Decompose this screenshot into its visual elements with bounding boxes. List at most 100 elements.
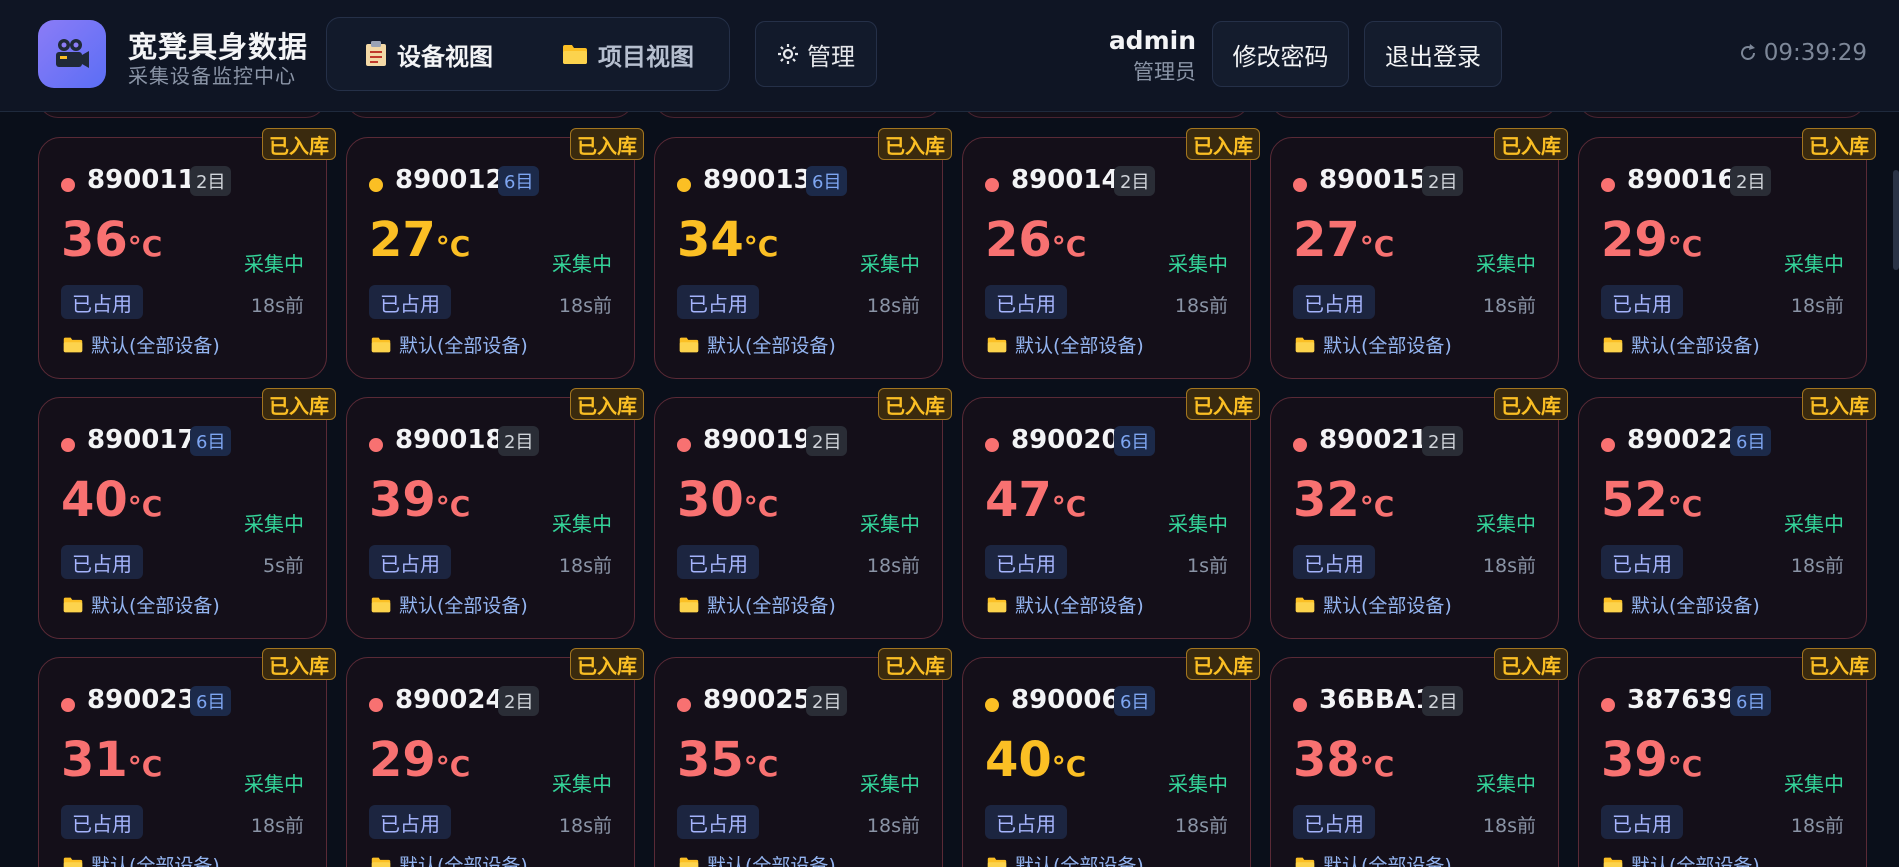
device-group[interactable]: 默认(全部设备) [679,331,836,358]
device-group[interactable]: 默认(全部设备) [63,331,220,358]
device-id: 890011 [87,165,196,195]
temperature-unit: °C [127,750,163,783]
collecting-status: 采集中 [1784,252,1844,276]
change-password-button[interactable]: 修改密码 [1212,21,1349,87]
status-dot [369,438,383,452]
occupied-badge: 已占用 [1601,805,1683,839]
temperature-readout: 34°C [677,216,778,264]
temperature-unit: °C [127,230,163,263]
last-update-time: 18s前 [1790,815,1844,837]
device-group-label: 默认(全部设备) [1323,595,1452,617]
device-group[interactable]: 默认(全部设备) [987,331,1144,358]
device-id: 890018 [395,425,504,455]
manage-button[interactable]: 管理 [755,21,877,87]
device-card[interactable]: 已入库 890015 2目 27°C 采集中 已占用 18s前 默认(全部设备) [1270,128,1568,379]
temperature-readout: 29°C [1601,216,1702,264]
device-group[interactable]: 默认(全部设备) [63,851,220,867]
device-group[interactable]: 默认(全部设备) [371,591,528,618]
device-card[interactable]: 已入库 890025 2目 35°C 采集中 已占用 18s前 默认(全部设备) [654,648,952,867]
last-update-time: 5s前 [263,555,304,577]
device-id: 890019 [703,425,812,455]
folder-icon [987,856,1007,867]
temperature-unit: °C [1359,750,1395,783]
device-group-label: 默认(全部设备) [1015,855,1144,867]
app-root: 已入库 890011 2目 36°C 采集中 已占用 18s前 默认(全部设备) 已入库 8900… [0,0,1899,867]
device-card[interactable]: 已入库 890022 6目 52°C 采集中 已占用 18s前 默认(全部设备) [1578,388,1876,639]
device-group[interactable]: 默认(全部设备) [1603,331,1760,358]
temperature-readout: 47°C [985,476,1086,524]
in-stock-badge: 已入库 [262,648,336,680]
device-card[interactable]: 已入库 890013 6目 34°C 采集中 已占用 18s前 默认(全部设备) [654,128,952,379]
tab-device-view[interactable]: 设备视图 [365,18,493,90]
device-group[interactable]: 默认(全部设备) [987,851,1144,867]
temperature-value: 39 [369,472,436,528]
device-card[interactable]: 已入库 387639 6目 39°C 采集中 已占用 18s前 默认(全部设备) [1578,648,1876,867]
device-group-label: 默认(全部设备) [91,595,220,617]
camera-count-badge: 6目 [1730,426,1772,456]
occupied-badge: 已占用 [1293,805,1375,839]
device-id: 890022 [1627,425,1736,455]
temperature-readout: 35°C [677,736,778,784]
device-group[interactable]: 默认(全部设备) [679,591,836,618]
temperature-value: 31 [61,732,128,788]
status-dot [1293,698,1307,712]
collecting-status: 采集中 [860,512,920,536]
status-dot [677,178,691,192]
last-update-time: 18s前 [1482,555,1536,577]
occupied-badge: 已占用 [677,285,759,319]
temperature-value: 29 [369,732,436,788]
camera-count-badge: 2目 [1730,166,1772,196]
scrollbar-thumb[interactable] [1893,170,1899,270]
device-card[interactable]: 已入库 890006 6目 40°C 采集中 已占用 18s前 默认(全部设备) [962,648,1260,867]
in-stock-badge: 已入库 [570,648,644,680]
device-group[interactable]: 默认(全部设备) [371,331,528,358]
camera-count-badge: 6目 [190,426,232,456]
last-update-time: 18s前 [1174,815,1228,837]
device-group[interactable]: 默认(全部设备) [1603,851,1760,867]
last-update-time: 18s前 [558,555,612,577]
device-group[interactable]: 默认(全部设备) [987,591,1144,618]
occupied-badge: 已占用 [61,545,143,579]
device-group[interactable]: 默认(全部设备) [1295,851,1452,867]
collecting-status: 采集中 [1168,772,1228,796]
device-card[interactable]: 已入库 890020 6目 47°C 采集中 已占用 1s前 默认(全部设备) [962,388,1260,639]
device-card[interactable]: 已入库 890014 2目 26°C 采集中 已占用 18s前 默认(全部设备) [962,128,1260,379]
camera-count-badge: 6目 [190,686,232,716]
temperature-unit: °C [743,490,779,523]
tab-project-view[interactable]: 项目视图 [562,18,694,90]
camera-count-badge: 2目 [1422,686,1464,716]
device-card[interactable]: 已入库 890021 2目 32°C 采集中 已占用 18s前 默认(全部设备) [1270,388,1568,639]
device-group[interactable]: 默认(全部设备) [1295,591,1452,618]
device-group[interactable]: 默认(全部设备) [371,851,528,867]
device-id: 387639 [1627,685,1736,715]
device-card[interactable]: 已入库 890024 2目 29°C 采集中 已占用 18s前 默认(全部设备) [346,648,644,867]
device-card[interactable]: 已入库 890011 2目 36°C 采集中 已占用 18s前 默认(全部设备) [38,128,336,379]
camera-count-badge: 2目 [498,686,540,716]
folder-icon [679,596,699,613]
device-group-label: 默认(全部设备) [91,335,220,357]
collecting-status: 采集中 [1784,772,1844,796]
gear-icon [777,43,799,65]
device-card[interactable]: 已入库 890017 6目 40°C 采集中 已占用 5s前 默认(全部设备) [38,388,336,639]
temperature-value: 52 [1601,472,1668,528]
device-id: 890020 [1011,425,1120,455]
collecting-status: 采集中 [244,252,304,276]
device-card[interactable]: 已入库 890018 2目 39°C 采集中 已占用 18s前 默认(全部设备) [346,388,644,639]
device-group-label: 默认(全部设备) [1631,335,1760,357]
last-update-time: 18s前 [1174,295,1228,317]
device-card[interactable]: 已入库 890023 6目 31°C 采集中 已占用 18s前 默认(全部设备) [38,648,336,867]
device-card[interactable]: 已入库 890016 2目 29°C 采集中 已占用 18s前 默认(全部设备) [1578,128,1876,379]
device-group[interactable]: 默认(全部设备) [679,851,836,867]
device-card[interactable]: 已入库 890019 2目 30°C 采集中 已占用 18s前 默认(全部设备) [654,388,952,639]
logout-button[interactable]: 退出登录 [1364,21,1502,87]
last-update-time: 18s前 [1790,295,1844,317]
device-card[interactable]: 已入库 36BBA1 2目 38°C 采集中 已占用 18s前 默认(全部设备) [1270,648,1568,867]
temperature-value: 35 [677,732,744,788]
device-card[interactable]: 已入库 890012 6目 27°C 采集中 已占用 18s前 默认(全部设备) [346,128,644,379]
device-group-label: 默认(全部设备) [1631,595,1760,617]
device-group[interactable]: 默认(全部设备) [63,591,220,618]
device-group[interactable]: 默认(全部设备) [1603,591,1760,618]
temperature-value: 34 [677,212,744,268]
collecting-status: 采集中 [244,772,304,796]
device-group[interactable]: 默认(全部设备) [1295,331,1452,358]
